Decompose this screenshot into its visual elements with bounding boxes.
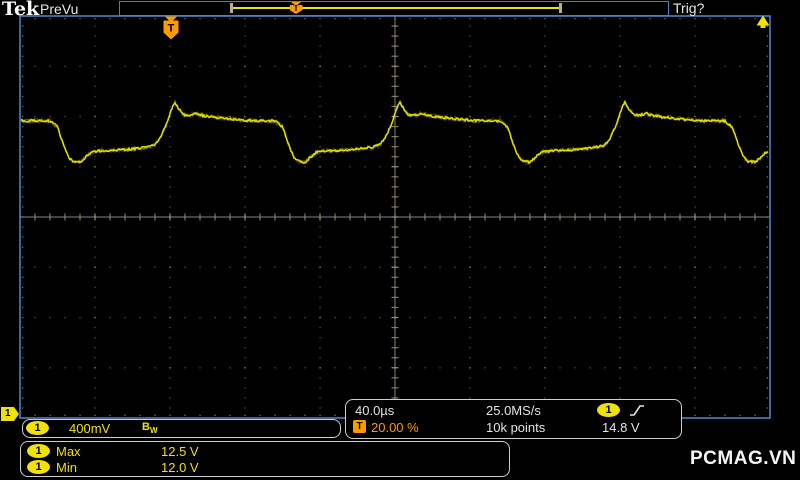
sample-rate: 25.0MS/s	[486, 403, 541, 418]
channel-scale: 400mV	[69, 421, 111, 436]
record-length: 10k points	[486, 420, 546, 435]
trigger-level-readout: 14.8 V	[602, 420, 640, 435]
measurement-value: 12.5 V	[161, 444, 199, 459]
trigger-source-badge: 1	[597, 403, 620, 417]
channel-badge: 1	[27, 444, 50, 458]
bandwidth-limit-icon: BW	[142, 421, 158, 435]
oscilloscope-screen: T Tek PreVu T Trig? 1 1 400mV BW 40.0µs …	[0, 0, 800, 480]
watermark: PCMAG.VN	[690, 448, 797, 469]
measurement-panel: 1 Max 12.5 V 1 Min 12.0 V	[20, 441, 510, 477]
acquisition-mode: PreVu	[40, 1, 79, 17]
bandwidth-sub-letter: W	[149, 426, 158, 436]
window-line	[233, 7, 561, 9]
trigger-position-icon: T	[289, 2, 303, 15]
trigger-type-icon: T	[353, 420, 366, 433]
slope-rising-icon	[630, 405, 644, 416]
trigger-position-badge: T	[289, 5, 303, 14]
trigger-status: Trig?	[673, 0, 705, 16]
bandwidth-letter: B	[142, 421, 150, 433]
measurement-value: 12.0 V	[161, 460, 199, 475]
channel-badge: 1	[27, 460, 50, 474]
trigger-position-marker-icon: T	[163, 16, 179, 40]
record-view-bar: T	[119, 1, 669, 16]
channel-readout-box: 1 400mV BW	[22, 419, 341, 438]
brand-logo: Tek	[2, 0, 40, 20]
window-bracket-right	[559, 3, 562, 13]
measurement-label: Max	[56, 444, 81, 459]
trigger-marker-letter: T	[168, 23, 175, 35]
horizontal-readout-box: 40.0µs 25.0MS/s 1 T 20.00 % 10k points 1…	[345, 399, 682, 439]
time-per-div: 40.0µs	[355, 403, 395, 418]
channel-badge: 1	[26, 421, 49, 435]
trigger-position-readout: 20.00 %	[371, 420, 419, 435]
measurement-label: Min	[56, 460, 77, 475]
